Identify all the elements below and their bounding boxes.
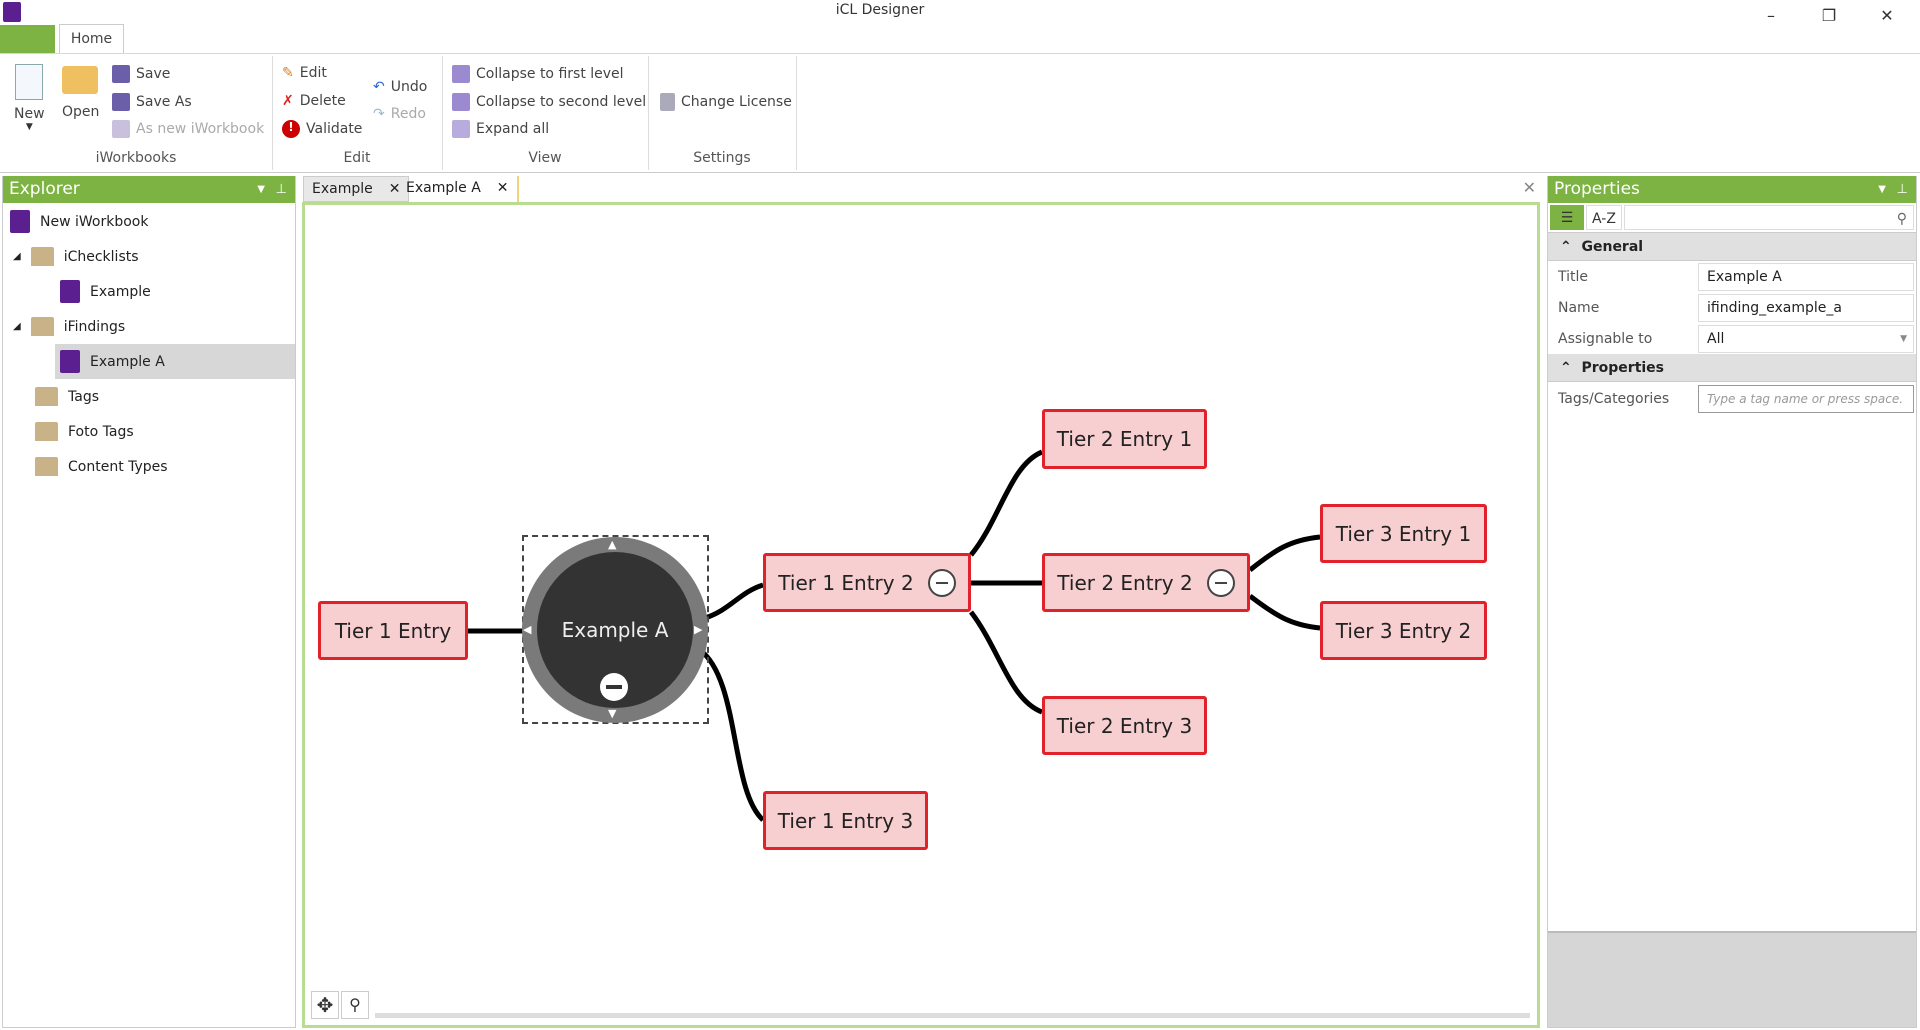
node-tier-3-entry-2[interactable]: Tier 3 Entry 2 [1320,601,1487,660]
property-search-input[interactable]: ⚲ [1624,205,1914,230]
section-label: Properties [1581,360,1665,376]
properties-header: Properties ▼ ⊥ [1548,176,1916,203]
title-label: Title [1558,268,1589,285]
node-label: Tier 3 Entry 1 [1335,521,1472,546]
node-tier-2-entry-1[interactable]: Tier 2 Entry 1 [1042,409,1207,469]
horizontal-scrollbar[interactable] [375,1013,1530,1018]
node-label: Tier 1 Entry 3 [777,808,914,833]
node-label: Tier 3 Entry 2 [1335,618,1472,643]
arrow-down-icon[interactable]: ▼ [608,707,616,720]
assignable-label: Assignable to [1558,330,1653,347]
section-general[interactable]: ⌃ General [1548,233,1916,261]
zoom-icon[interactable]: ⚲ [341,991,369,1019]
name-label: Name [1558,299,1600,316]
node-tier-2-entry-2[interactable]: Tier 2 Entry 2 [1042,553,1250,612]
node-label: Tier 2 Entry 1 [1056,427,1193,451]
pin-icon[interactable]: ⊥ [1897,176,1908,203]
node-tier-2-entry-3[interactable]: Tier 2 Entry 3 [1042,696,1207,755]
name-field[interactable]: ifinding_example_a [1698,293,1914,322]
node-label: Tier 2 Entry 2 [1057,570,1193,595]
search-icon: ⚲ [1896,211,1907,227]
root-node[interactable]: Example A ▲ ▼ ◀ ▶ [522,537,708,723]
collapse-icon[interactable] [600,673,628,701]
categorized-view-icon[interactable]: ☰ [1550,205,1584,230]
node-label: Tier 1 Entry [334,618,452,643]
mindmap-canvas[interactable]: Example A ▲ ▼ ◀ ▶ Tier 1 Entry Tier 1 En… [302,202,1540,1028]
panel-menu-icon[interactable]: ▼ [1878,176,1886,203]
connector [704,582,764,621]
title-field[interactable]: Example A [1698,262,1914,291]
connector [969,610,1044,715]
collapse-icon[interactable] [927,568,956,597]
sort-az-button[interactable]: A-Z [1586,205,1622,230]
properties-title: Properties [1554,179,1640,199]
arrow-right-icon[interactable]: ▶ [694,623,702,636]
section-properties[interactable]: ⌃ Properties [1548,354,1916,382]
collapse-icon[interactable] [1206,568,1235,597]
node-label: Tier 1 Entry 2 [778,570,914,595]
arrow-left-icon[interactable]: ◀ [523,623,531,636]
node-tier-1-entry-3[interactable]: Tier 1 Entry 3 [763,791,928,850]
pan-icon[interactable]: ✥ [311,991,339,1019]
tags-label: Tags/Categories [1558,391,1670,407]
node-label: Tier 2 Entry 3 [1056,713,1193,738]
section-label: General [1581,239,1644,255]
connector [969,449,1044,557]
node-tier-1-entry-2[interactable]: Tier 1 Entry 2 [763,553,971,612]
arrow-up-icon[interactable]: ▲ [608,538,616,551]
connector [698,648,765,822]
node-tier-1-entry[interactable]: Tier 1 Entry [318,601,468,660]
connector [1248,594,1321,631]
connector [1248,534,1321,572]
assignable-value: All [1707,330,1725,347]
assignable-select[interactable]: All ▼ [1698,324,1914,353]
properties-panel: Properties ▼ ⊥ ☰ A-Z ⚲ ⌃ General Title Ex… [1547,176,1917,1028]
node-tier-3-entry-1[interactable]: Tier 3 Entry 1 [1320,504,1487,563]
description-area [1548,931,1916,1027]
chevron-down-icon: ▼ [1900,333,1907,344]
tags-input[interactable]: Type a tag name or press space. [1698,385,1914,413]
